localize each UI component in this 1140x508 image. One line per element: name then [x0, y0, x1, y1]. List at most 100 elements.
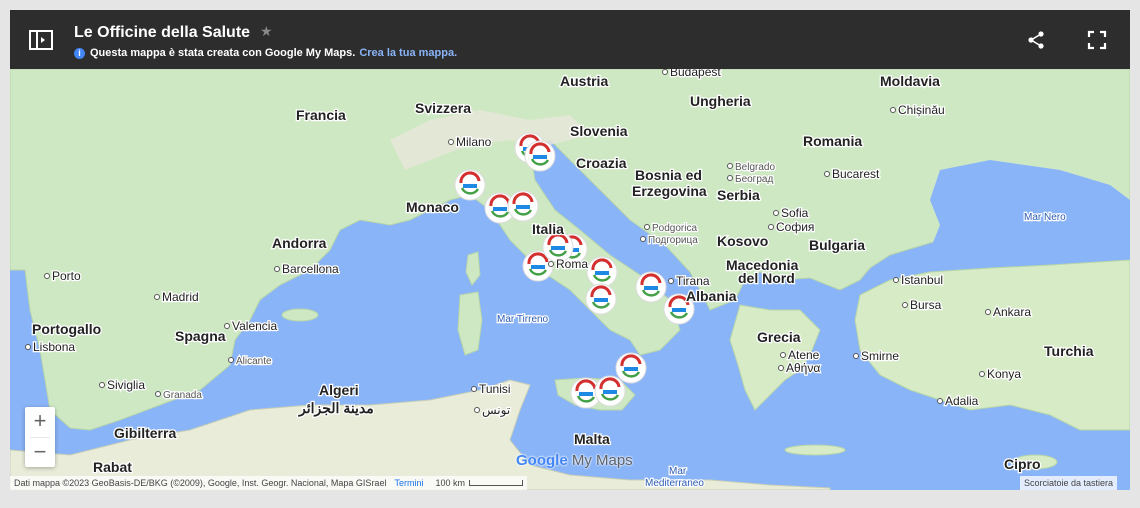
google-mymaps-logo: Google My Maps — [516, 452, 633, 469]
zoom-out-button[interactable]: − — [25, 438, 55, 468]
map-label-moldavia: Moldavia — [880, 73, 940, 89]
city-dot — [155, 391, 161, 397]
map-label-mar-nero: Mar Nero — [1024, 212, 1066, 223]
map-frame[interactable]: Austria Ungheria Moldavia Francia Svizzera Sl… — [10, 10, 1130, 490]
city-dot — [274, 266, 280, 272]
officina-marker[interactable] — [615, 352, 647, 384]
star-icon[interactable]: ★ — [260, 23, 273, 40]
map-label-granada: Granada — [163, 390, 202, 401]
city-dot — [99, 382, 105, 388]
google-logo-text: Google — [516, 452, 568, 469]
map-label-roma: Roma — [556, 257, 588, 271]
city-dot — [228, 357, 234, 363]
city-dot — [778, 365, 784, 371]
map-label-del-nord: del Nord — [738, 270, 795, 286]
officina-marker[interactable] — [454, 169, 486, 201]
map-title: Le Officine della Salute — [74, 24, 251, 41]
map-label-andorra: Andorra — [272, 235, 327, 251]
map-label-софия: София — [776, 220, 814, 234]
map-label-croazia: Croazia — [576, 155, 627, 171]
city-dot — [668, 278, 674, 284]
city-dot — [893, 277, 899, 283]
info-icon: i — [74, 47, 85, 59]
city-dot — [890, 107, 896, 113]
map-label-porto: Porto — [52, 269, 81, 283]
city-dot — [727, 163, 733, 169]
zoom-control: + − — [25, 407, 55, 467]
map-label-smirne: Smirne — [861, 349, 899, 363]
subtitle-text: Questa mappa è stata creata con Google M… — [90, 47, 356, 59]
city-dot — [773, 210, 779, 216]
crete-land — [784, 444, 846, 456]
share-icon[interactable] — [1026, 30, 1046, 50]
map-label-mar-tirreno: Mar Tirreno — [497, 314, 549, 325]
city-dot — [853, 353, 859, 359]
city-dot — [979, 371, 985, 377]
attribution-bar: Dati mappa ©2023 GeoBasis-DE/BKG (©2009)… — [10, 476, 527, 490]
map-label-подгорица: Подгорица — [648, 235, 698, 246]
city-dot — [644, 224, 650, 230]
fullscreen-icon[interactable] — [1087, 30, 1107, 50]
map-label-podgorica: Podgorica — [652, 223, 697, 234]
map-canvas[interactable]: Austria Ungheria Moldavia Francia Svizzera Sl… — [10, 10, 1130, 490]
map-label-tirana: Tirana — [676, 274, 710, 288]
city-dot — [640, 236, 646, 242]
map-label-istanbul: Istanbul — [901, 273, 943, 287]
map-label-albania: Albania — [686, 288, 737, 304]
map-label-tunisi: Tunisi — [479, 382, 511, 396]
map-label-αθήνα: Αθήνα — [786, 361, 820, 375]
map-label-bulgaria: Bulgaria — [809, 237, 865, 253]
city-dot — [448, 139, 454, 145]
map-label-algeri: Algeri — [319, 382, 359, 398]
officina-marker[interactable] — [635, 271, 667, 303]
map-label-ankara: Ankara — [993, 305, 1031, 319]
map-label-bosnia-ed: Bosnia ed — [635, 167, 702, 183]
map-label-cipro: Cipro — [1004, 456, 1041, 472]
balearic-land — [281, 308, 319, 322]
map-label-sofia: Sofia — [781, 206, 809, 220]
keyboard-shortcuts-link[interactable]: Scorciatoie da tastiera — [1020, 476, 1118, 490]
map-label-београд: Београд — [735, 174, 773, 185]
map-label-rabat: Rabat — [93, 459, 132, 475]
map-label-milano: Milano — [456, 135, 492, 149]
map-label-مدينة-الجزائر: مدينة الجزائر — [298, 400, 374, 417]
map-label-monaco: Monaco — [406, 199, 459, 215]
map-label-italia: Italia — [532, 221, 564, 237]
side-panel-icon[interactable] — [28, 28, 56, 52]
map-label-mediterraneo: Mediterraneo — [645, 478, 704, 489]
scale-line — [468, 480, 523, 486]
city-dot — [44, 273, 50, 279]
map-label-belgrado: Belgrado — [735, 162, 775, 173]
city-dot — [768, 224, 774, 230]
officina-marker[interactable] — [585, 283, 617, 315]
map-label-lisbona: Lisbona — [33, 340, 75, 354]
scale-bar[interactable]: 100 km — [435, 478, 523, 488]
map-label-adalia: Adalia — [945, 394, 979, 408]
city-dot — [985, 309, 991, 315]
map-label-turchia: Turchia — [1044, 343, 1094, 359]
map-label-francia: Francia — [296, 107, 346, 123]
map-label-barcellona: Barcellona — [282, 262, 339, 276]
map-label-atene: Atene — [788, 348, 820, 362]
map-label-ungheria: Ungheria — [690, 93, 751, 109]
map-label-valencia: Valencia — [232, 319, 277, 333]
map-label-konya: Konya — [987, 367, 1021, 381]
city-dot — [824, 171, 830, 177]
zoom-in-button[interactable]: + — [25, 407, 55, 437]
officina-marker[interactable] — [507, 190, 539, 222]
map-label-chișinău: Chișinău — [898, 103, 945, 117]
officina-marker[interactable] — [594, 375, 626, 407]
officina-marker[interactable] — [524, 140, 556, 172]
map-label-تونس: تونس — [482, 403, 510, 417]
scale-label: 100 km — [435, 478, 465, 488]
map-label-erzegovina: Erzegovina — [632, 183, 707, 199]
city-dot — [471, 386, 477, 392]
city-dot — [902, 302, 908, 308]
officina-marker[interactable] — [586, 256, 618, 288]
map-label-alicante: Alicante — [236, 356, 272, 367]
map-label-kosovo: Kosovo — [717, 233, 768, 249]
city-dot — [474, 407, 480, 413]
create-map-link[interactable]: Crea la tua mappa. — [359, 47, 457, 59]
map-header: Le Officine della Salute ★ i Questa mapp… — [10, 10, 1130, 69]
terms-link[interactable]: Termini — [394, 478, 423, 488]
